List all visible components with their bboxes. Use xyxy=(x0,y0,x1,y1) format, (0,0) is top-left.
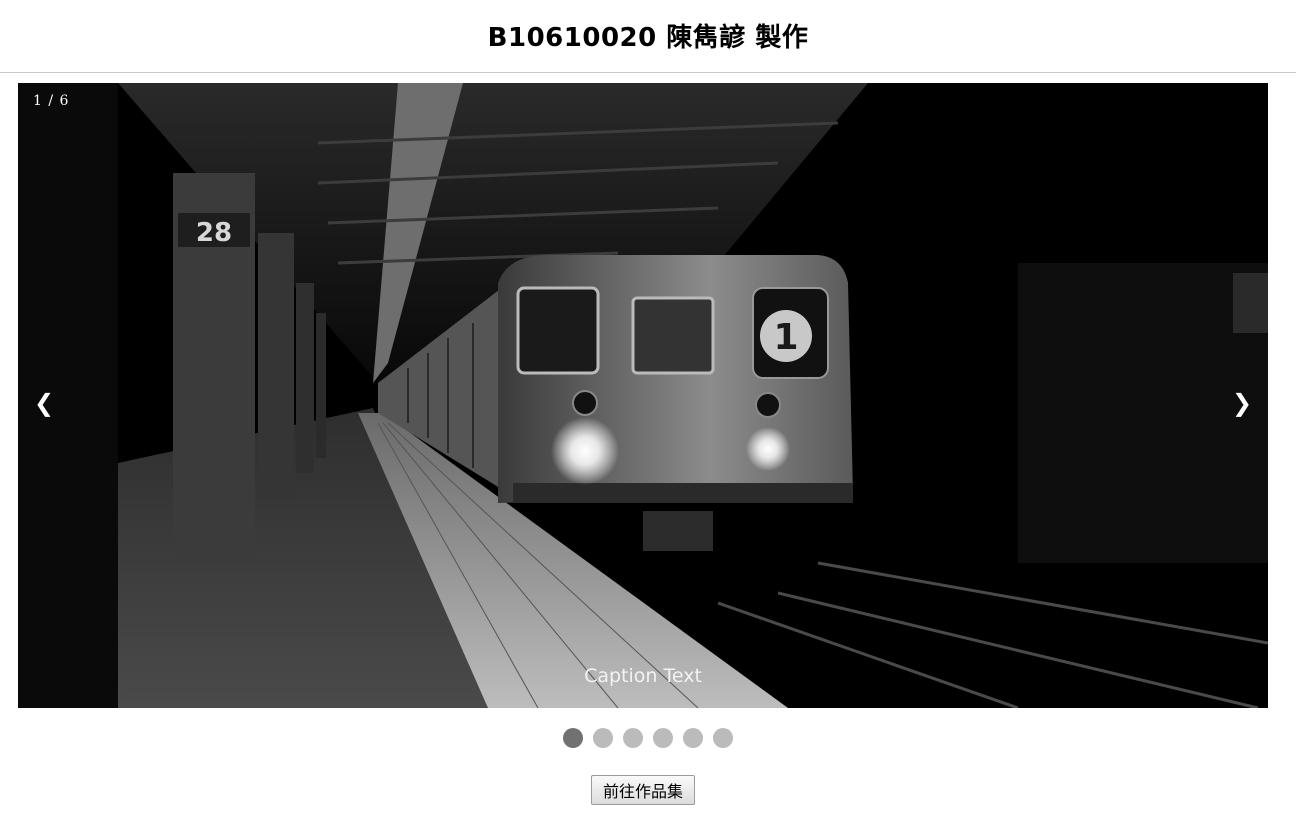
slide-dot-6[interactable] xyxy=(713,728,733,748)
slide-indicator-dots xyxy=(0,728,1296,748)
slide-dot-4[interactable] xyxy=(653,728,673,748)
slide-dot-3[interactable] xyxy=(623,728,643,748)
slide-image: 28 1 xyxy=(18,83,1268,708)
slideshow-container: 28 1 1 / 6 ❮ ❯ Caption Text xyxy=(18,83,1268,708)
slide-dot-1[interactable] xyxy=(563,728,583,748)
slide-caption: Caption Text xyxy=(584,665,702,687)
page-header: B10610020 陳雋諺 製作 xyxy=(0,0,1296,73)
go-to-portfolio-button[interactable]: 前往作品集 xyxy=(591,775,695,805)
slide-dot-2[interactable] xyxy=(593,728,613,748)
train-route-number: 1 xyxy=(773,317,798,358)
slide-dot-5[interactable] xyxy=(683,728,703,748)
page-title: B10610020 陳雋諺 製作 xyxy=(487,23,809,53)
previous-slide-button[interactable]: ❮ xyxy=(24,383,64,423)
column-number-sign: 28 xyxy=(196,218,232,248)
next-slide-button[interactable]: ❯ xyxy=(1222,383,1262,423)
slide-counter: 1 / 6 xyxy=(33,93,70,109)
